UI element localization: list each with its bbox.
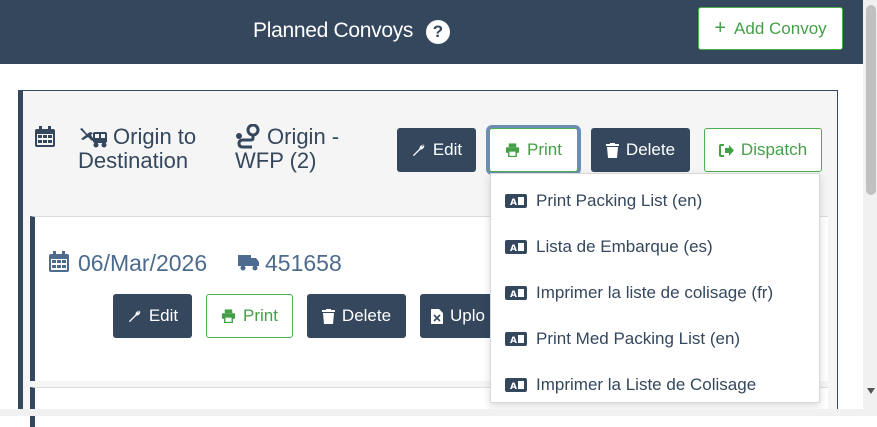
print-menu-item-label: Imprimer la Liste de Colisage — [536, 375, 757, 394]
route-line-1: Origin to — [113, 124, 197, 149]
scroll-down-arrow-icon[interactable] — [867, 388, 875, 394]
id-card-icon: A — [505, 332, 527, 346]
dispatch-button[interactable]: Dispatch — [704, 128, 822, 172]
convoy-delete-button[interactable]: Delete — [591, 128, 690, 172]
help-icon[interactable]: ? — [426, 20, 450, 44]
svg-text:A: A — [510, 290, 517, 300]
print-menu-item[interactable]: A Imprimer la Liste de Colisage — [491, 365, 819, 402]
calendar-icon — [49, 251, 69, 272]
trash-icon — [321, 308, 335, 324]
print-menu-item-label: Imprimer la liste de colisage (fr) — [536, 283, 774, 302]
shipment-print-button[interactable]: Print — [206, 294, 293, 338]
print-menu-item[interactable]: A Imprimer la liste de colisage (fr) — [491, 273, 819, 313]
convoy-print-label: Print — [527, 140, 562, 159]
convoy-delete-label: Delete — [625, 140, 676, 159]
print-menu-item[interactable]: A Print Med Packing List (en) — [491, 319, 819, 359]
svg-text:A: A — [510, 198, 517, 208]
convoy-print-button[interactable]: Print — [489, 128, 578, 172]
add-convoy-label: Add Convoy — [734, 18, 827, 38]
origin-line-1: Origin - — [267, 124, 340, 149]
shipment-upload-label: Uplo — [450, 306, 485, 325]
plane-truck-icon — [80, 128, 107, 148]
trash-icon — [605, 142, 619, 158]
page-title: Planned Convoys — [253, 19, 414, 42]
route-icon — [236, 124, 260, 149]
wrench-icon — [128, 310, 141, 322]
print-dropdown-menu: A Print Packing List (en) A Lista de Emb… — [490, 173, 820, 403]
shipment-edit-label: Edit — [148, 306, 179, 325]
scrollbar-thumb[interactable] — [866, 5, 876, 195]
sign-out-icon — [718, 143, 734, 157]
print-menu-item[interactable]: A Lista de Embarque (es) — [491, 227, 819, 267]
shipment-delete-label: Delete — [341, 306, 392, 325]
horizontal-scrollbar[interactable] — [0, 409, 877, 416]
plus-icon: + — [714, 17, 727, 39]
id-card-icon: A — [505, 286, 527, 300]
shipment-number[interactable]: 451658 — [265, 250, 342, 276]
convoy-edit-button[interactable]: Edit — [397, 128, 476, 172]
dispatch-label: Dispatch — [740, 140, 808, 159]
file-excel-icon — [431, 308, 443, 324]
id-card-icon: A — [505, 378, 527, 392]
id-card-icon: A — [505, 194, 527, 208]
origin-line-2: WFP (2) — [235, 148, 317, 173]
shipment-print-label: Print — [243, 306, 278, 325]
page: Planned Convoys ? + Add Convoy Origin to… — [0, 0, 863, 427]
printer-icon — [505, 143, 520, 157]
calendar-icon — [35, 126, 55, 147]
shipment-date[interactable]: 06/Mar/2026 — [78, 250, 207, 276]
truck-icon — [238, 255, 259, 271]
svg-text:A: A — [510, 244, 517, 254]
printer-icon — [221, 309, 236, 323]
svg-text:A: A — [510, 382, 517, 392]
print-menu-item-label: Print Med Packing List (en) — [536, 329, 741, 348]
shipment-delete-button[interactable]: Delete — [307, 294, 406, 338]
wrench-icon — [412, 144, 425, 156]
print-menu-item[interactable]: A Print Packing List (en) — [491, 181, 819, 221]
convoy-edit-label: Edit — [432, 140, 463, 159]
print-menu-item-label: Print Packing List (en) — [536, 191, 703, 210]
shipment-edit-button[interactable]: Edit — [113, 294, 192, 338]
add-convoy-button[interactable]: + Add Convoy — [698, 7, 843, 50]
route-line-2: Destination — [78, 148, 189, 173]
print-menu-item-label: Lista de Embarque (es) — [536, 237, 713, 256]
id-card-icon: A — [505, 240, 527, 254]
shipment-upload-button[interactable]: Uplo — [420, 294, 500, 338]
svg-text:A: A — [510, 336, 517, 346]
